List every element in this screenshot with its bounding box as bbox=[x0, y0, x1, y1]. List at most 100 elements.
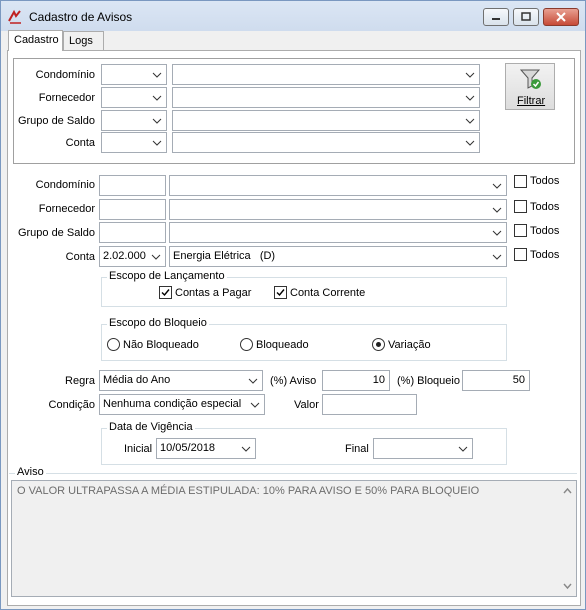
window-title: Cadastro de Avisos bbox=[29, 10, 133, 24]
checkmark-icon bbox=[161, 289, 170, 297]
aviso-textarea[interactable]: O VALOR ULTRAPASSA A MÉDIA ESTIPULADA: 1… bbox=[11, 480, 577, 597]
inicial-label: Inicial bbox=[124, 443, 153, 455]
app-icon bbox=[8, 9, 21, 24]
aviso-pct-input[interactable]: 10 bbox=[322, 370, 390, 391]
tab-logs[interactable]: Logs bbox=[63, 31, 104, 50]
filter-grupo-label: Grupo de Saldo bbox=[17, 115, 95, 127]
chevron-down-icon bbox=[465, 72, 475, 78]
scroll-down-icon bbox=[563, 583, 572, 590]
conta-code-select[interactable]: 2.02.000 bbox=[99, 246, 166, 267]
title-bar: Cadastro de Avisos bbox=[1, 1, 585, 31]
bloqueado-label: Bloqueado bbox=[256, 339, 309, 351]
tab-cadastro[interactable]: Cadastro bbox=[8, 30, 63, 51]
fornecedor-code-input[interactable] bbox=[99, 199, 166, 220]
filter-fornecedor-code-select[interactable] bbox=[101, 87, 167, 108]
filter-conta-select[interactable] bbox=[172, 132, 480, 153]
chevron-down-icon bbox=[492, 254, 502, 260]
grupo-todos-label: Todos bbox=[530, 225, 560, 237]
chevron-down-icon bbox=[465, 95, 475, 101]
chevron-down-icon bbox=[492, 207, 502, 213]
contas-pagar-label: Contas a Pagar bbox=[175, 287, 252, 299]
conta-name-value: Energia Elétrica (D) bbox=[173, 250, 276, 262]
chevron-down-icon bbox=[458, 446, 468, 452]
close-icon bbox=[556, 12, 566, 22]
aviso-divider bbox=[9, 473, 577, 474]
fornecedor-label: Fornecedor bbox=[38, 203, 95, 215]
regra-select[interactable]: Média do Ano bbox=[99, 370, 263, 391]
fornecedor-select[interactable] bbox=[169, 199, 507, 220]
grupo-select[interactable] bbox=[169, 222, 507, 243]
maximize-button[interactable] bbox=[513, 8, 539, 26]
minimize-button[interactable] bbox=[483, 8, 509, 26]
chevron-down-icon bbox=[465, 140, 475, 146]
funnel-icon bbox=[519, 69, 541, 89]
nao-bloqueado-label: Não Bloqueado bbox=[123, 339, 199, 351]
filtrar-label: Filtrar bbox=[517, 95, 546, 107]
conta-corrente-label: Conta Corrente bbox=[290, 287, 366, 299]
filter-condominio-code-select[interactable] bbox=[101, 64, 167, 85]
condominio-todos-checkbox[interactable] bbox=[514, 175, 527, 188]
filter-conta-label: Conta bbox=[65, 137, 95, 149]
chevron-down-icon bbox=[151, 254, 161, 260]
conta-todos-checkbox[interactable] bbox=[514, 248, 527, 261]
fornecedor-todos-checkbox[interactable] bbox=[514, 200, 527, 213]
filter-condominio-label: Condomínio bbox=[35, 69, 95, 81]
conta-select[interactable]: Energia Elétrica (D) bbox=[169, 246, 507, 267]
aviso-scrollbar[interactable] bbox=[559, 481, 576, 596]
condominio-code-input[interactable] bbox=[99, 175, 166, 196]
bloqueado-radio[interactable] bbox=[240, 338, 253, 351]
filter-fornecedor-select[interactable] bbox=[172, 87, 480, 108]
condominio-select[interactable] bbox=[169, 175, 507, 196]
inicial-date-value: 10/05/2018 bbox=[160, 442, 216, 454]
condicao-select[interactable]: Nenhuma condição especial bbox=[99, 394, 265, 415]
condicao-value: Nenhuma condição especial bbox=[103, 398, 242, 410]
cadastro-avisos-window: Cadastro de Avisos Cadastro Logs Condomí… bbox=[0, 0, 586, 610]
escopo-bloqueio-title: Escopo do Bloqueio bbox=[107, 317, 209, 329]
variacao-label: Variação bbox=[388, 339, 431, 351]
filter-fornecedor-label: Fornecedor bbox=[38, 92, 95, 104]
chevron-down-icon bbox=[152, 95, 162, 101]
grupo-code-input[interactable] bbox=[99, 222, 166, 243]
conta-todos-label: Todos bbox=[530, 249, 560, 261]
grupo-todos-checkbox[interactable] bbox=[514, 224, 527, 237]
conta-label: Conta bbox=[65, 251, 95, 263]
bloqueio-pct-label: (%) Bloqueio bbox=[397, 375, 460, 387]
condominio-todos-label: Todos bbox=[530, 175, 560, 187]
chevron-down-icon bbox=[152, 118, 162, 124]
minimize-icon bbox=[492, 18, 500, 20]
maximize-icon bbox=[521, 12, 531, 21]
final-date-picker[interactable] bbox=[373, 438, 473, 459]
checkmark-icon bbox=[276, 289, 285, 297]
conta-code-value: 2.02.000 bbox=[103, 250, 146, 262]
filter-grupo-code-select[interactable] bbox=[101, 110, 167, 131]
chevron-down-icon bbox=[152, 140, 162, 146]
filtrar-button[interactable]: Filtrar bbox=[505, 63, 555, 110]
aviso-label: Aviso bbox=[15, 466, 46, 478]
contas-pagar-checkbox[interactable] bbox=[159, 286, 172, 299]
conta-corrente-checkbox[interactable] bbox=[274, 286, 287, 299]
chevron-down-icon bbox=[241, 446, 251, 452]
chevron-down-icon bbox=[465, 118, 475, 124]
chevron-down-icon bbox=[492, 230, 502, 236]
filter-conta-code-select[interactable] bbox=[101, 132, 167, 153]
final-label: Final bbox=[345, 443, 369, 455]
chevron-down-icon bbox=[492, 183, 502, 189]
regra-label: Regra bbox=[65, 375, 95, 387]
inicial-date-picker[interactable]: 10/05/2018 bbox=[156, 438, 256, 459]
data-vigencia-title: Data de Vigência bbox=[107, 421, 195, 433]
condicao-label: Condição bbox=[48, 399, 95, 411]
bloqueio-pct-input[interactable]: 50 bbox=[462, 370, 530, 391]
chevron-down-icon bbox=[152, 72, 162, 78]
close-button[interactable] bbox=[543, 8, 579, 26]
variacao-radio[interactable] bbox=[372, 338, 385, 351]
valor-input[interactable] bbox=[322, 394, 417, 415]
aviso-text: O VALOR ULTRAPASSA A MÉDIA ESTIPULADA: 1… bbox=[17, 485, 480, 497]
filter-grupo-select[interactable] bbox=[172, 110, 480, 131]
chevron-down-icon bbox=[250, 402, 260, 408]
nao-bloqueado-radio[interactable] bbox=[107, 338, 120, 351]
condominio-label: Condomínio bbox=[35, 179, 95, 191]
filter-condominio-select[interactable] bbox=[172, 64, 480, 85]
valor-label: Valor bbox=[294, 399, 319, 411]
regra-value: Média do Ano bbox=[103, 374, 171, 386]
grupo-saldo-label: Grupo de Saldo bbox=[17, 227, 95, 239]
